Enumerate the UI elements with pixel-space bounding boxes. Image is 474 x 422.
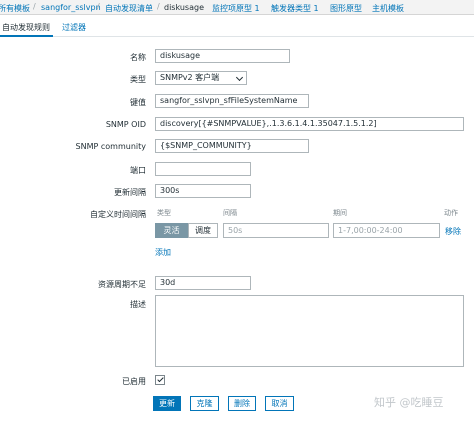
interval-input[interactable]: 50s (223, 223, 329, 238)
key-label: 键值 (130, 98, 146, 107)
chevron-down-icon (235, 73, 244, 82)
key-input[interactable]: sangfor_sslvpn_sfFileSystemName (155, 94, 309, 108)
port-input[interactable] (155, 162, 251, 176)
active-tab-indicator (0, 35, 53, 37)
remove-interval-link[interactable]: 移除 (445, 226, 461, 237)
breadcrumb-template[interactable]: sangfor_sslvpn (41, 3, 101, 12)
update-interval-label: 更新间隔 (114, 188, 146, 197)
name-input[interactable]: diskusage (155, 49, 290, 63)
breadcrumb-item-prototypes[interactable]: 监控项原型 1 (212, 3, 260, 14)
add-interval-link[interactable]: 添加 (155, 247, 171, 258)
custom-intervals-label: 自定义时间间隔 (90, 210, 146, 219)
snmp-oid-input[interactable]: discovery[{#SNMPVALUE},.1.3.6.1.4.1.3504… (155, 117, 464, 131)
lifetime-input[interactable]: 30d (155, 276, 251, 290)
breadcrumb-separator: / (33, 2, 36, 11)
update-interval-input[interactable]: 300s (155, 184, 251, 198)
breadcrumb-separator: / (97, 2, 100, 11)
snmp-community-label: SNMP community (75, 142, 146, 151)
description-textarea[interactable] (155, 295, 464, 367)
form-tabs: 自动发现规则 过滤器 (0, 17, 474, 37)
breadcrumb-separator: / (157, 2, 160, 11)
breadcrumb: 所有模板 / sangfor_sslvpn / 自动发现清单 / diskusa… (0, 0, 474, 15)
breadcrumb-all-templates[interactable]: 所有模板 (0, 3, 30, 14)
breadcrumb-graph-prototypes[interactable]: 图形原型 (330, 3, 362, 14)
checkmark-icon (157, 375, 164, 383)
breadcrumb-current-rule: diskusage (164, 3, 204, 12)
period-input[interactable]: 1-7,00:00-24:00 (333, 223, 440, 238)
port-label: 端口 (130, 166, 146, 175)
clone-button[interactable]: 克隆 (190, 396, 219, 411)
column-header-action: 动作 (444, 209, 458, 217)
enabled-label: 已启用 (122, 377, 146, 386)
type-select[interactable]: SNMPv2 客户端 (155, 71, 247, 85)
tab-discovery-rule[interactable]: 自动发现规则 (2, 22, 50, 33)
description-label: 描述 (130, 300, 146, 309)
snmp-community-input[interactable]: {$SNMP_COMMUNITY} (155, 139, 309, 153)
snmp-oid-label: SNMP OID (105, 120, 146, 129)
type-flexible-toggle[interactable]: 灵活 (155, 223, 188, 238)
update-button[interactable]: 更新 (153, 396, 181, 411)
type-scheduling-toggle[interactable]: 调度 (188, 223, 218, 238)
type-label: 类型 (130, 75, 146, 84)
column-header-type: 类型 (157, 209, 171, 217)
breadcrumb-trigger-prototypes[interactable]: 触发器类型 1 (271, 3, 319, 14)
column-header-interval: 间隔 (223, 209, 237, 217)
delete-button[interactable]: 删除 (228, 396, 256, 411)
lifetime-label: 资源周期不足 (98, 280, 146, 289)
enabled-checkbox[interactable] (155, 375, 165, 385)
breadcrumb-discovery-list[interactable]: 自动发现清单 (105, 3, 153, 14)
type-select-value: SNMPv2 客户端 (160, 73, 220, 82)
name-label: 名称 (130, 53, 146, 62)
breadcrumb-host-templates[interactable]: 主机模板 (372, 3, 404, 14)
tab-filters[interactable]: 过滤器 (62, 22, 86, 33)
column-header-period: 期间 (333, 209, 347, 217)
cancel-button[interactable]: 取消 (265, 396, 294, 411)
watermark: 知乎 @吃睡豆 (374, 396, 444, 409)
